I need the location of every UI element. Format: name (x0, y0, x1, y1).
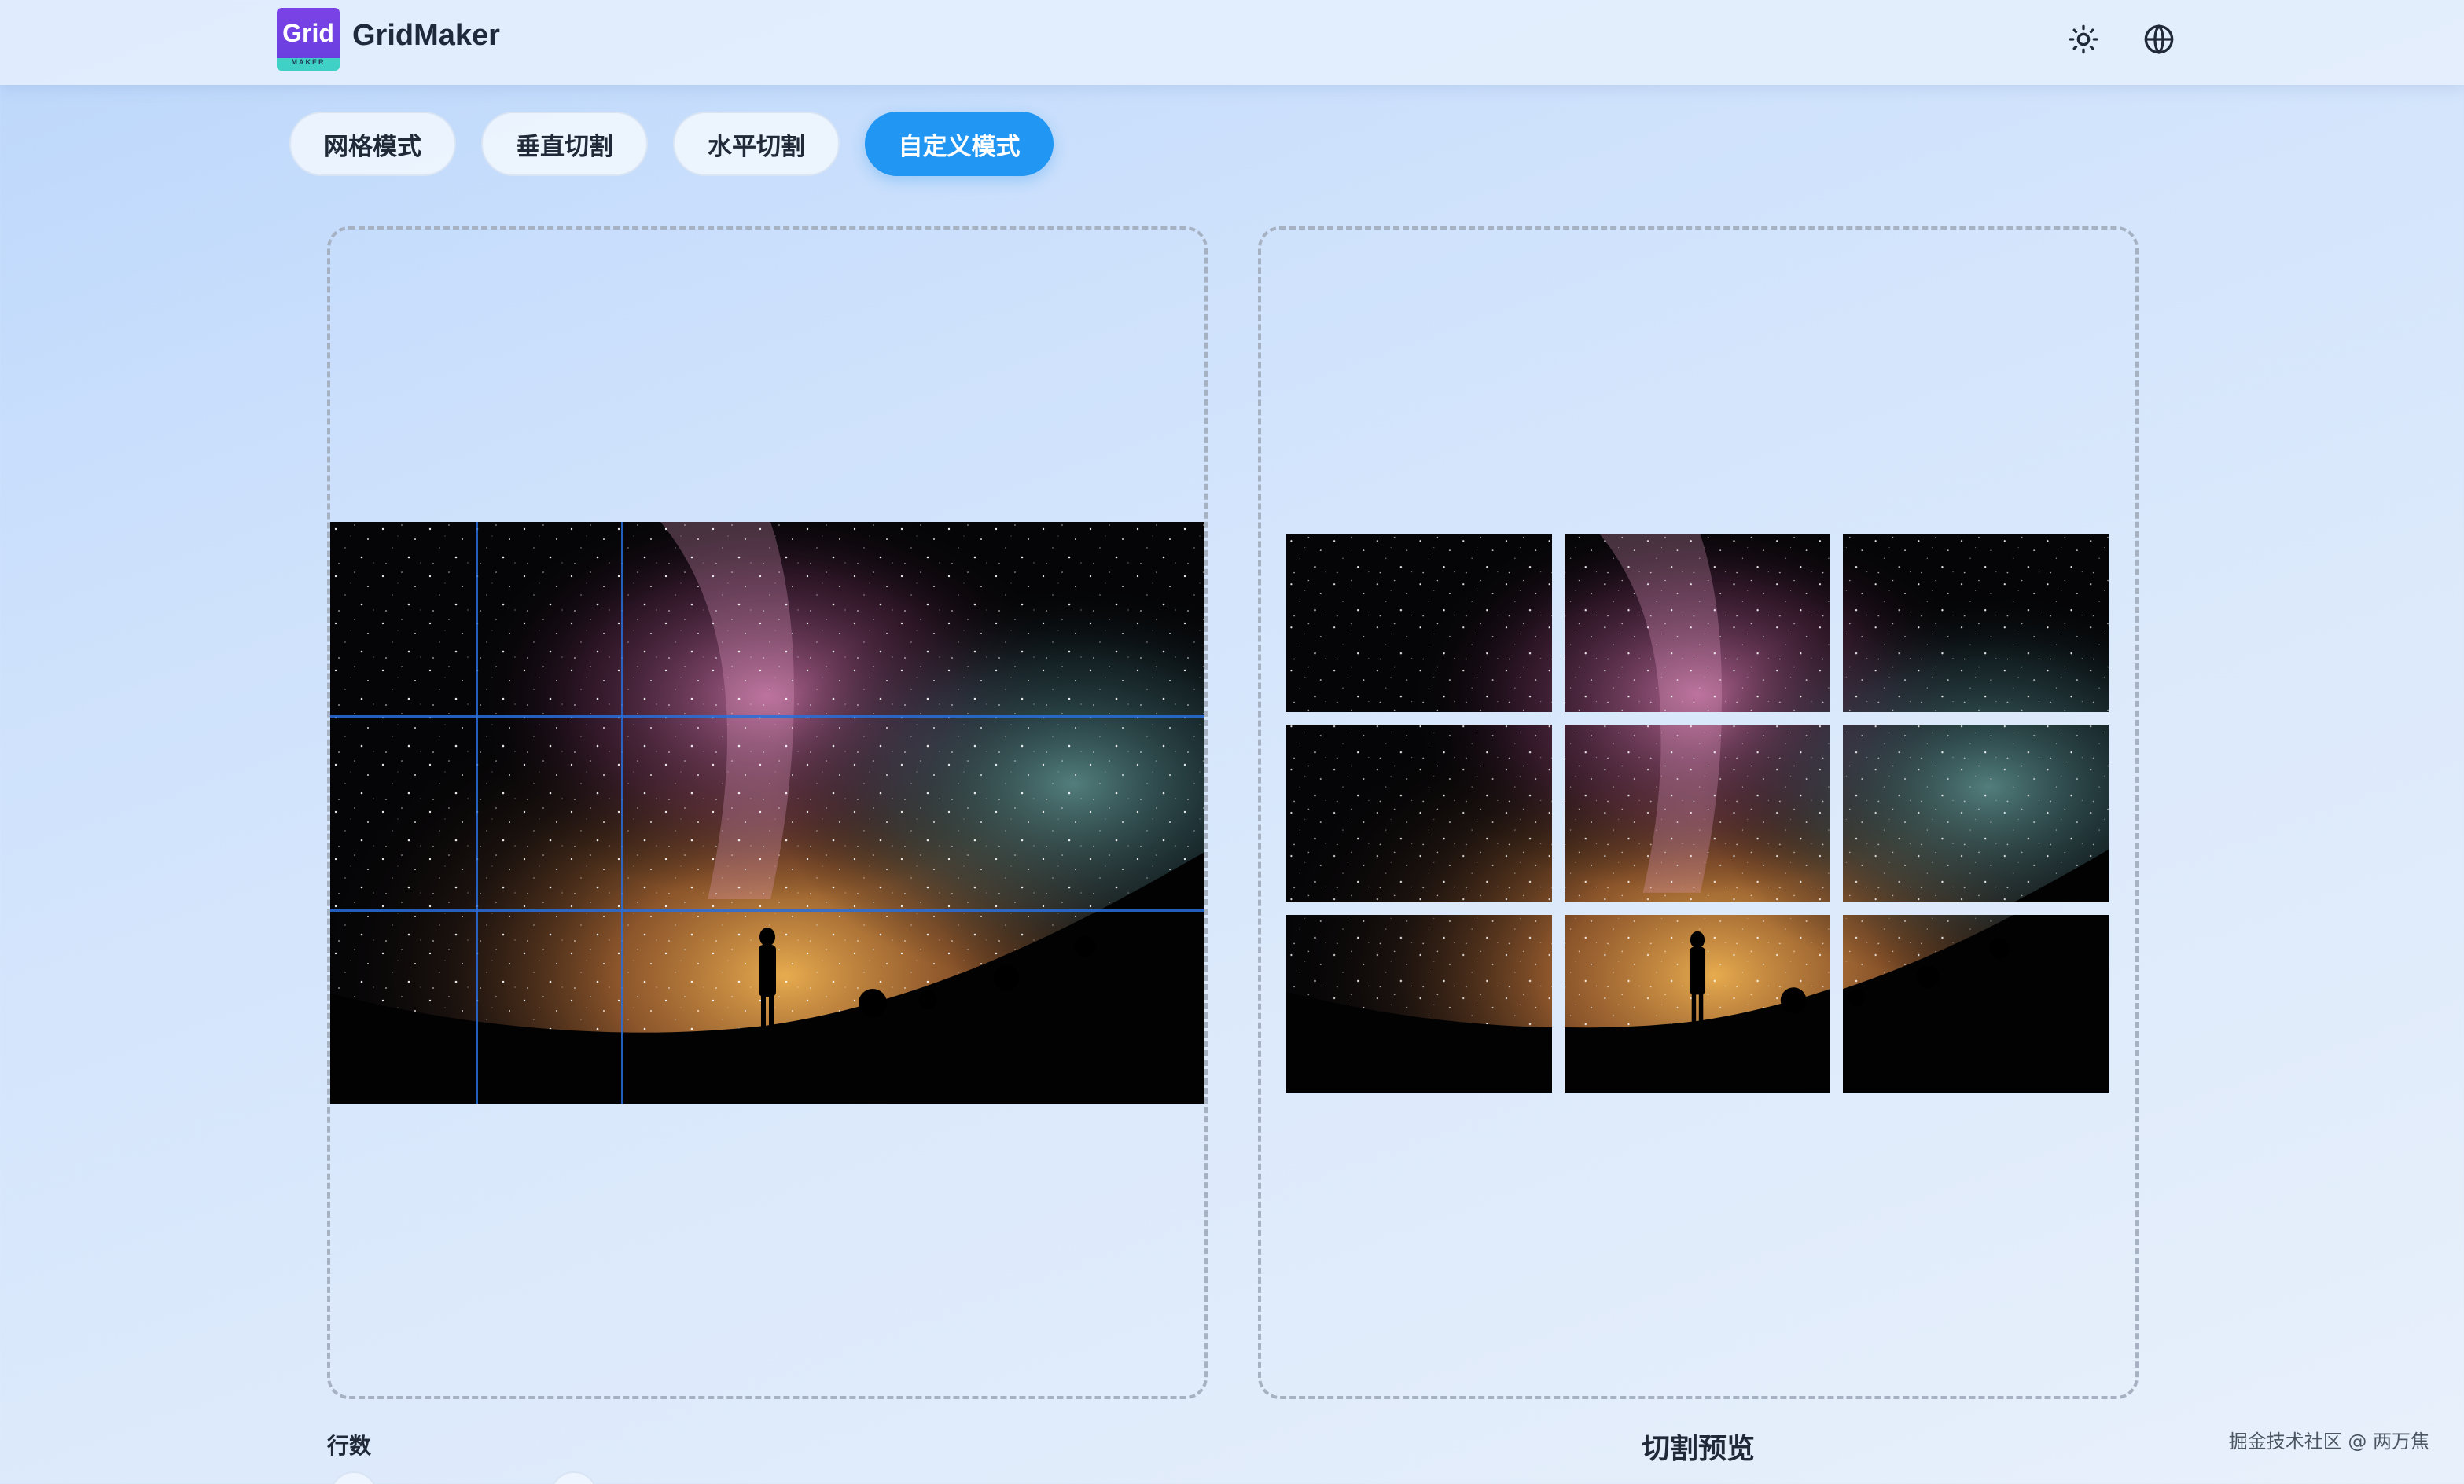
preview-title: 切割预览 (1641, 1433, 1755, 1465)
preview-tile-image (1565, 725, 1830, 902)
preview-tile[interactable] (1565, 725, 1830, 902)
preview-tile-image (1565, 915, 1830, 1093)
preview-tile-image (1843, 725, 2109, 902)
preview-tile-image (1286, 725, 1552, 902)
preview-tile[interactable] (1843, 915, 2109, 1093)
app-header: Grid MAKER GridMaker (0, 0, 2464, 85)
app-title[interactable]: GridMaker (352, 19, 500, 53)
preview-tile[interactable] (1286, 534, 1552, 712)
tab-custom-mode[interactable]: 自定义模式 (865, 112, 1054, 176)
rows-label: 行数 (327, 1433, 372, 1459)
app-logo[interactable]: Grid MAKER (277, 8, 340, 71)
preview-tile[interactable] (1843, 534, 2109, 712)
logo-text: Grid (282, 19, 334, 47)
logo-subtext: MAKER (291, 58, 325, 66)
tab-horizontal-cut[interactable]: 水平切割 (673, 112, 840, 176)
language-button[interactable] (2140, 20, 2178, 58)
globe-icon (2144, 24, 2174, 55)
preview-tile-image (1565, 534, 1830, 712)
preview-tile-image (1843, 915, 2109, 1093)
grid-line-vertical[interactable] (621, 522, 623, 1104)
sun-icon (2069, 24, 2098, 54)
grid-line-horizontal[interactable] (330, 715, 1204, 718)
preview-tile-image (1286, 534, 1552, 712)
rows-increment-button[interactable] (550, 1471, 598, 1484)
grid-line-horizontal[interactable] (330, 909, 1204, 912)
preview-tile[interactable] (1565, 915, 1830, 1093)
preview-tile[interactable] (1843, 725, 2109, 902)
preview-tile[interactable] (1286, 915, 1552, 1093)
preview-tile-image (1286, 915, 1552, 1093)
source-image[interactable] (330, 522, 1204, 1104)
night-sky-image (330, 522, 1204, 1104)
tab-vertical-cut[interactable]: 垂直切割 (481, 112, 648, 176)
preview-tile-image (1843, 534, 2109, 712)
watermark: 掘金技术社区 @ 两万焦 (2228, 1431, 2429, 1453)
preview-tile[interactable] (1286, 725, 1552, 902)
tab-grid-mode[interactable]: 网格模式 (289, 112, 456, 176)
grid-line-vertical[interactable] (476, 522, 478, 1104)
preview-tile[interactable] (1565, 534, 1830, 712)
theme-toggle-button[interactable] (2065, 20, 2102, 58)
rows-decrement-button[interactable] (330, 1471, 377, 1484)
